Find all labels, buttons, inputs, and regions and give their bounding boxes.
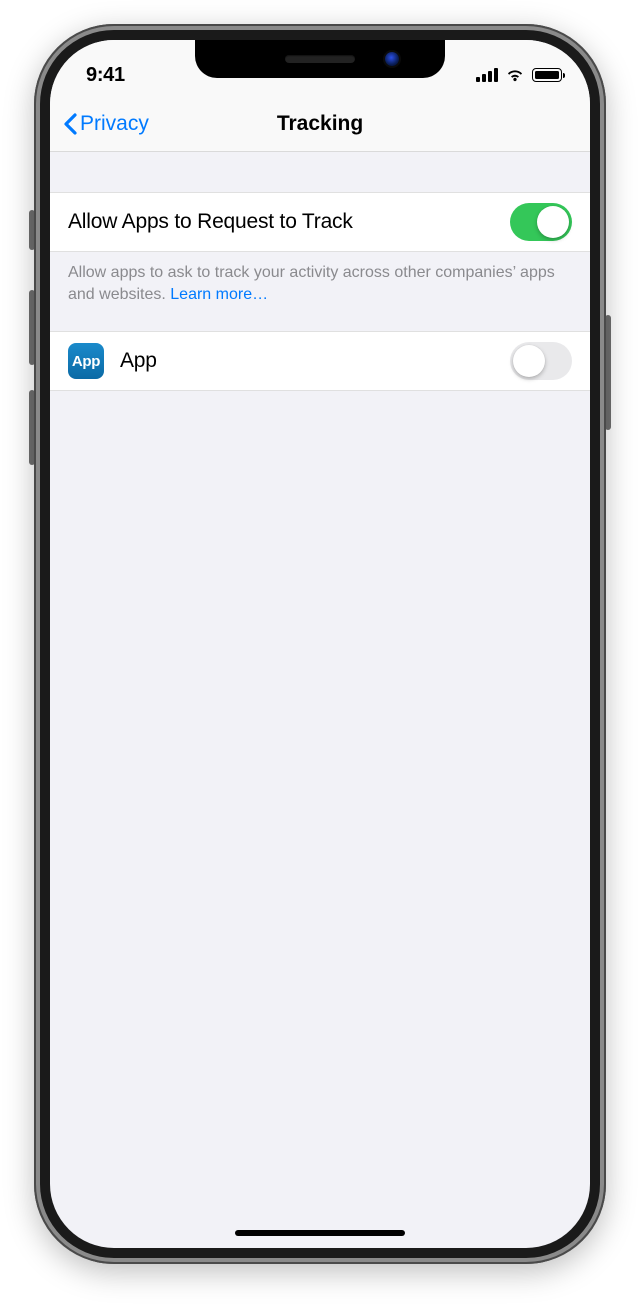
learn-more-link[interactable]: Learn more… xyxy=(170,286,268,303)
allow-apps-request-track-row: Allow Apps to Request to Track xyxy=(50,192,590,252)
wifi-icon xyxy=(505,68,525,82)
status-indicators xyxy=(476,68,562,82)
content: Allow Apps to Request to Track Allow app… xyxy=(50,152,590,391)
allow-apps-request-track-label: Allow Apps to Request to Track xyxy=(68,210,510,234)
status-time: 9:41 xyxy=(86,64,125,87)
back-button[interactable]: Privacy xyxy=(62,112,149,136)
cellular-signal-icon xyxy=(476,68,498,82)
back-label: Privacy xyxy=(80,112,149,136)
app-tracking-toggle[interactable] xyxy=(510,342,572,380)
section-footer: Allow apps to ask to track your activity… xyxy=(50,252,590,331)
screen: 9:41 xyxy=(50,40,590,1248)
app-name-label: App xyxy=(120,349,510,373)
app-row: App App xyxy=(50,331,590,391)
app-icon: App xyxy=(68,343,104,379)
allow-apps-request-track-toggle[interactable] xyxy=(510,203,572,241)
app-icon-text: App xyxy=(72,353,100,370)
page-title: Tracking xyxy=(277,112,363,136)
home-indicator[interactable] xyxy=(235,1230,405,1236)
footer-description: Allow apps to ask to track your activity… xyxy=(68,264,555,303)
nav-bar: Privacy Tracking xyxy=(50,96,590,152)
front-camera xyxy=(385,52,399,66)
chevron-left-icon xyxy=(62,112,78,136)
phone-frame: 9:41 xyxy=(34,24,606,1264)
speaker-grille xyxy=(285,55,355,63)
battery-icon xyxy=(532,68,562,82)
notch xyxy=(195,40,445,78)
